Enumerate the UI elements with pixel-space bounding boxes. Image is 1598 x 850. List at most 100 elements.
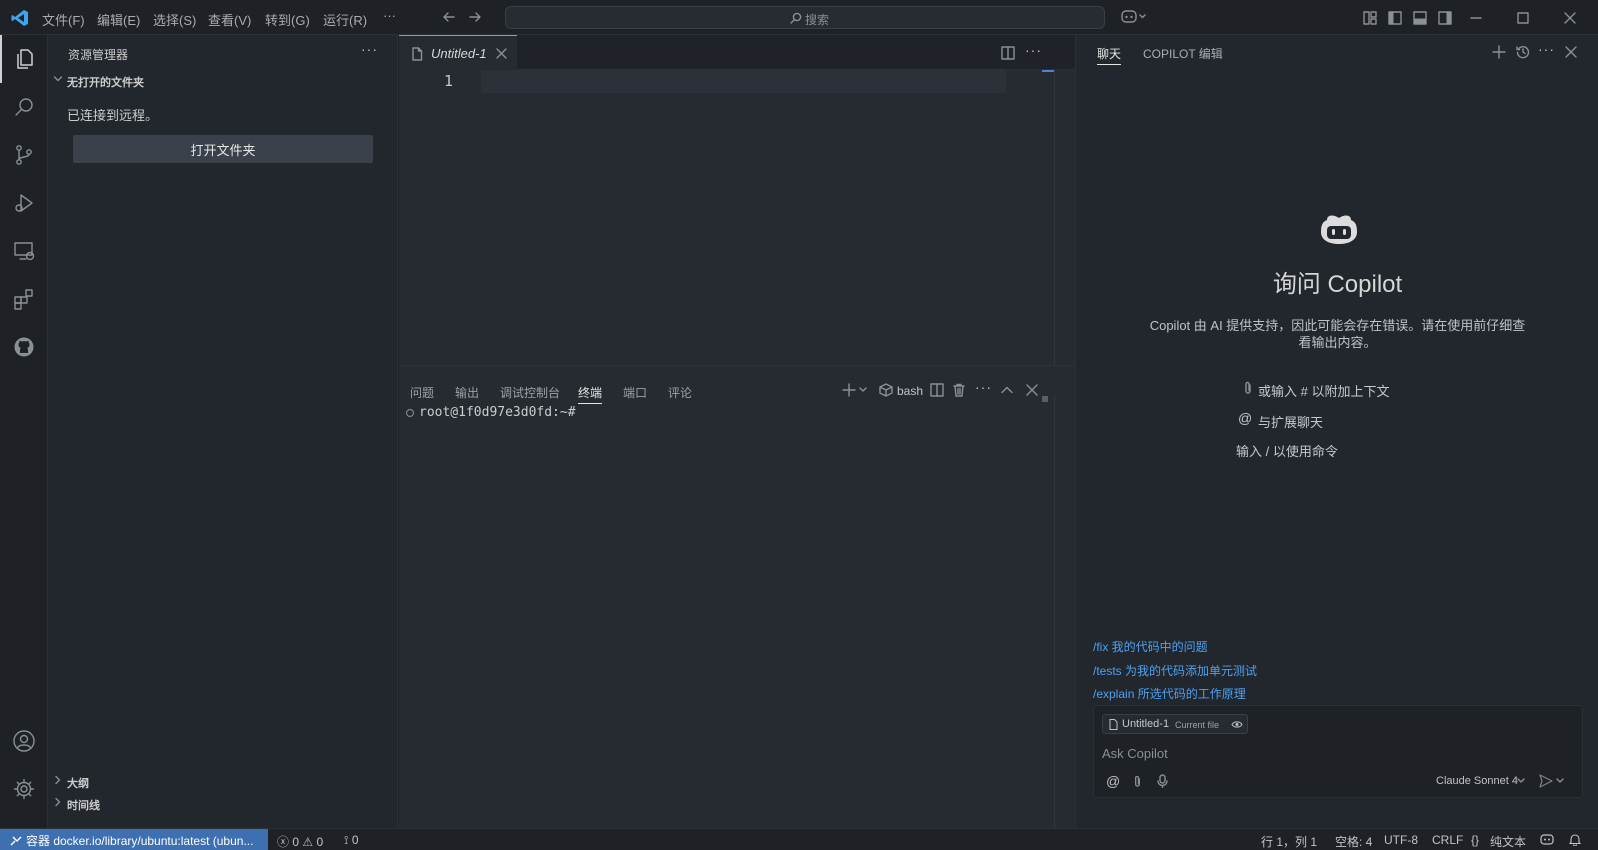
tab-copilot-edits[interactable]: COPILOT 编辑 — [1143, 45, 1223, 62]
microphone-icon[interactable] — [1157, 774, 1168, 788]
notifications-bell-icon[interactable] — [1569, 833, 1581, 846]
toggle-panel-icon[interactable] — [1413, 11, 1427, 25]
terminal-scrollbar-thumb[interactable] — [1042, 396, 1048, 402]
close-chat-icon[interactable] — [1565, 46, 1577, 58]
encoding[interactable]: UTF-8 — [1384, 833, 1418, 847]
tab-debug-console[interactable]: 调试控制台 — [500, 384, 560, 401]
chat-input-placeholder[interactable]: Ask Copilot — [1102, 746, 1168, 761]
editor-more-icon[interactable]: ··· — [1025, 42, 1042, 58]
trash-icon[interactable] — [952, 383, 966, 397]
tab-terminal[interactable]: 终端 — [578, 384, 603, 404]
close-tab-icon[interactable] — [496, 48, 507, 59]
close-window-icon[interactable] — [1564, 12, 1576, 24]
terminal-scrollbar-track — [1054, 396, 1055, 829]
indentation[interactable]: 空格: 4 — [1335, 833, 1372, 850]
warning-icon: ⚠ — [302, 835, 314, 849]
chevron-down-icon[interactable] — [1517, 778, 1525, 784]
customize-layout-icon[interactable] — [1363, 11, 1377, 25]
problems-indicator[interactable]: ⓧ 0 ⚠ 0 — [277, 833, 323, 850]
suggestion-command: /fix — [1093, 640, 1109, 654]
chat-welcome-description: Copilot 由 AI 提供支持，因此可能会存在错误。请在使用前仔细查看输出内… — [1149, 318, 1526, 350]
menu-more[interactable]: ··· — [383, 8, 396, 23]
chevron-right-icon[interactable] — [52, 774, 64, 786]
tab-chat[interactable]: 聊天 — [1097, 45, 1122, 65]
mention-at-icon[interactable]: @ — [1106, 773, 1120, 789]
accounts-icon[interactable] — [0, 717, 48, 765]
editor-area[interactable]: 1 — [399, 70, 1075, 365]
terminal-prompt[interactable]: root@1f0d97e3d0fd:~# — [419, 405, 576, 420]
new-terminal-icon[interactable] — [842, 383, 868, 397]
back-arrow-icon[interactable] — [442, 10, 456, 24]
sidebar-more-icon[interactable]: ··· — [361, 41, 378, 57]
maximize-icon[interactable] — [1517, 12, 1529, 24]
terminal-shell-label[interactable]: bash — [897, 384, 923, 398]
file-icon — [1109, 719, 1118, 730]
send-icon[interactable] — [1539, 774, 1565, 788]
section-timeline[interactable]: 时间线 — [67, 797, 100, 813]
chat-more-icon[interactable]: ··· — [1538, 41, 1555, 57]
source-control-icon[interactable] — [0, 131, 48, 179]
terminal-status-circle-icon — [405, 408, 415, 418]
extensions-icon[interactable] — [0, 275, 48, 323]
error-count: 0 — [292, 835, 300, 849]
search-icon[interactable] — [0, 83, 48, 131]
bottom-panel: 问题 输出 调试控制台 终端 端口 评论 bash ··· root@1f0d9… — [399, 365, 1075, 829]
copilot-icon[interactable] — [1121, 9, 1147, 25]
explorer-icon[interactable] — [0, 35, 48, 83]
hint-commands: 输入 / 以使用命令 — [1236, 444, 1338, 459]
open-folder-button[interactable]: 打开文件夹 — [73, 135, 373, 163]
menu-selection[interactable]: 选择(S) — [153, 10, 196, 29]
hint-chat-extensions: 与扩展聊天 — [1258, 415, 1324, 430]
menu-go[interactable]: 转到(G) — [265, 10, 310, 29]
chevron-right-icon[interactable] — [52, 796, 64, 808]
chat-input-box[interactable]: Untitled-1 Current file Ask Copilot @ Cl… — [1093, 705, 1583, 798]
toggle-secondary-sidebar-icon[interactable] — [1438, 11, 1452, 25]
command-center-search[interactable]: 搜索 — [505, 6, 1105, 29]
language-mode[interactable]: 纯文本 — [1490, 833, 1526, 850]
chevron-down-icon[interactable] — [52, 73, 64, 85]
copilot-status-icon[interactable] — [1540, 833, 1554, 846]
new-chat-plus-icon[interactable] — [1492, 45, 1506, 59]
section-no-folder[interactable]: 无打开的文件夹 — [67, 74, 144, 90]
menu-view[interactable]: 查看(V) — [208, 10, 251, 29]
settings-gear-icon[interactable] — [0, 765, 48, 813]
menu-file[interactable]: 文件(F) — [42, 10, 85, 29]
split-editor-icon[interactable] — [1001, 46, 1015, 60]
remote-icon — [10, 836, 22, 846]
tab-output[interactable]: 输出 — [455, 384, 479, 401]
line-number: 1 — [444, 72, 454, 90]
cursor-position[interactable]: 行 1，列 1 — [1261, 833, 1317, 850]
suggestion-text: 我的代码中的问题 — [1108, 640, 1208, 654]
eye-icon[interactable] — [1231, 720, 1243, 729]
maximize-panel-icon[interactable] — [1000, 383, 1014, 397]
menu-run[interactable]: 运行(R) — [323, 10, 367, 29]
forward-arrow-icon[interactable] — [468, 10, 482, 24]
suggestion-explain[interactable]: /explain 所选代码的工作原理 — [1093, 685, 1246, 702]
tab-comments[interactable]: 评论 — [668, 384, 692, 401]
end-of-line[interactable]: CRLF — [1432, 833, 1463, 847]
github-icon[interactable] — [0, 323, 48, 371]
ports-indicator[interactable]: ⟟ 0 — [344, 833, 359, 848]
at-sign-icon: @ — [1238, 410, 1253, 426]
run-and-debug-icon[interactable] — [0, 179, 48, 227]
close-panel-icon[interactable] — [1026, 384, 1038, 396]
context-file-chip[interactable]: Untitled-1 Current file — [1102, 714, 1248, 734]
tab-untitled-1[interactable]: Untitled-1 — [399, 35, 517, 70]
section-outline[interactable]: 大纲 — [67, 775, 89, 791]
remote-indicator[interactable]: 容器 docker.io/library/ubuntu:latest (ubun… — [0, 829, 268, 850]
menu-edit[interactable]: 编辑(E) — [97, 10, 140, 29]
tab-problems[interactable]: 问题 — [410, 384, 434, 401]
model-picker[interactable]: Claude Sonnet 4 — [1436, 775, 1518, 787]
toggle-primary-sidebar-icon[interactable] — [1388, 11, 1402, 25]
minimize-icon[interactable] — [1470, 12, 1482, 24]
editor-scrollbar-track — [1054, 70, 1055, 365]
minimap-cursor — [1042, 70, 1054, 72]
split-terminal-icon[interactable] — [930, 383, 944, 397]
history-icon[interactable] — [1516, 45, 1530, 59]
suggestion-tests[interactable]: /tests 为我的代码添加单元测试 — [1093, 662, 1257, 679]
attach-paperclip-icon[interactable] — [1132, 775, 1143, 788]
remote-explorer-icon[interactable] — [0, 227, 48, 275]
panel-more-icon[interactable]: ··· — [975, 379, 992, 395]
suggestion-fix[interactable]: /fix 我的代码中的问题 — [1093, 638, 1208, 655]
tab-ports[interactable]: 端口 — [623, 384, 647, 401]
